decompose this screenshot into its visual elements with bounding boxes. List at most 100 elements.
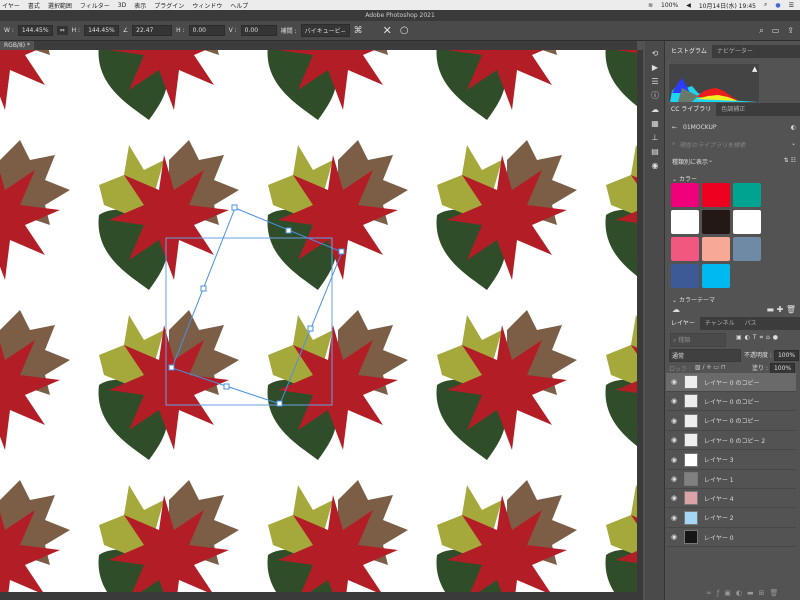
layer-row[interactable]: ◉ レイヤー 3 <box>666 451 796 470</box>
visibility-eye-icon[interactable]: ◉ <box>666 456 682 464</box>
layer-row[interactable]: ◉ レイヤー 1 <box>666 470 796 489</box>
tab-layers[interactable]: レイヤー <box>666 317 700 330</box>
sort-icon[interactable]: ⇅ ☷ <box>784 157 796 166</box>
layer-row[interactable]: ◉ レイヤー 2 <box>666 509 796 528</box>
transform-handle[interactable] <box>285 227 292 234</box>
visibility-eye-icon[interactable]: ◉ <box>666 378 682 386</box>
libraries-icon[interactable]: ☁ <box>645 103 665 117</box>
canvas[interactable] <box>0 50 637 592</box>
swatch[interactable] <box>702 237 730 261</box>
swatch[interactable] <box>671 237 699 261</box>
tab-navigator[interactable]: ナビゲーター <box>712 45 758 58</box>
view-by-dropdown[interactable]: 種類別に表示 <box>672 157 708 166</box>
share-icon[interactable]: ⇪ <box>787 26 794 36</box>
actions-play-icon[interactable]: ▶ <box>645 61 665 75</box>
swatch[interactable] <box>733 210 761 234</box>
stamp-icon[interactable]: ⊥ <box>645 131 665 145</box>
visibility-eye-icon[interactable]: ◉ <box>666 514 682 522</box>
visibility-eye-icon[interactable]: ◉ <box>666 417 682 425</box>
spotlight-search-icon[interactable]: ⌕ <box>764 1 767 9</box>
battery-level[interactable]: 100% <box>661 2 678 9</box>
glyphs-icon[interactable]: ◉ <box>645 159 665 173</box>
width-field[interactable]: 144.45% <box>17 25 53 36</box>
transform-handle[interactable] <box>168 364 175 371</box>
tab-histogram[interactable]: ヒストグラム <box>666 45 712 58</box>
layer-row[interactable]: ◉ レイヤー 0 <box>666 528 796 548</box>
swatch[interactable] <box>671 264 699 288</box>
layer-filter-icons[interactable]: ▣◐T⌗⌂● <box>736 334 781 342</box>
link-icon[interactable]: ⇔ <box>56 26 68 35</box>
tab-channels[interactable]: チャンネル <box>700 317 740 330</box>
workspace-icon[interactable]: ▭ <box>772 26 780 36</box>
layer-row[interactable]: ◉ レイヤー 4 <box>666 489 796 509</box>
color-themes-heading[interactable]: ⌄ カラーテーマ <box>672 295 715 304</box>
search-icon[interactable]: ⌕ <box>759 26 763 36</box>
colors-heading[interactable]: ⌄ カラー <box>672 174 697 183</box>
collaborator-icon[interactable]: ◐ <box>791 124 796 131</box>
swatch[interactable] <box>671 210 699 234</box>
library-search-input[interactable]: 現在のライブラリを検索 <box>679 140 745 149</box>
horizontal-scrollbar[interactable] <box>0 592 637 600</box>
swatch[interactable] <box>733 237 761 261</box>
visibility-eye-icon[interactable]: ◉ <box>666 533 682 541</box>
angle-field[interactable]: 22.47 <box>132 25 173 36</box>
lock-icons[interactable]: ▧ ∕ ✛ ▭ ⊓ <box>695 364 726 373</box>
transform-handle[interactable] <box>338 248 345 255</box>
clock[interactable]: 10月14日(水) 19:45 <box>699 1 756 10</box>
transform-handle[interactable] <box>223 383 230 390</box>
document-tab[interactable]: RGB/8) * <box>0 41 35 50</box>
vskew-field[interactable]: 0.00 <box>240 25 277 36</box>
layer-row[interactable]: ◉ レイヤー 0 のコピー <box>666 412 796 431</box>
transform-handle[interactable] <box>231 204 238 211</box>
info-icon[interactable]: ⓘ <box>645 89 665 103</box>
chevron-down-icon[interactable]: ⌄ <box>791 140 796 149</box>
vertical-scrollbar[interactable] <box>637 50 643 600</box>
menu-select[interactable]: 選択範囲 <box>48 1 72 10</box>
wifi-icon[interactable]: ≋ <box>648 2 653 9</box>
new-folder-icon[interactable]: ▬ ✚ 🗑 <box>766 305 796 314</box>
swatch[interactable] <box>702 264 730 288</box>
back-arrow-icon[interactable]: ← <box>672 124 677 131</box>
transform-handle[interactable] <box>200 285 207 292</box>
layer-filter-select[interactable]: ⌕ 種類 <box>670 333 726 347</box>
commit-transform-icon[interactable]: ○ <box>400 25 409 36</box>
visibility-eye-icon[interactable]: ◉ <box>666 494 682 502</box>
menu-layer[interactable]: イヤー <box>2 1 20 10</box>
properties-icon[interactable]: ▤ <box>645 145 665 159</box>
layer-actions-icons[interactable]: ∞ƒ▣◐▬⊞🗑 <box>706 589 783 597</box>
menu-3d[interactable]: 3D <box>118 2 126 9</box>
blend-mode-select[interactable]: 通常 <box>669 349 741 362</box>
menu-type[interactable]: 書式 <box>28 1 40 10</box>
tab-adjustments[interactable]: 色調補正 <box>716 103 750 116</box>
history-icon[interactable]: ⟲ <box>645 47 665 61</box>
menu-window[interactable]: ウィンドウ <box>192 1 222 10</box>
menu-plugins[interactable]: プラグイン <box>154 1 184 10</box>
cloud-icon[interactable]: ☁ <box>672 305 680 314</box>
interpolation-select[interactable]: バイキュービ− <box>300 24 350 37</box>
layer-row[interactable]: ◉ レイヤー 0 のコピー <box>666 373 796 392</box>
menu-view[interactable]: 表示 <box>134 1 146 10</box>
layer-row[interactable]: ◉ レイヤー 0 のコピー 2 <box>666 431 796 451</box>
visibility-eye-icon[interactable]: ◉ <box>666 397 682 405</box>
tab-paths[interactable]: パス <box>740 317 762 330</box>
swatches-icon[interactable]: ▦ <box>645 117 665 131</box>
opacity-field[interactable]: 100% <box>773 350 800 361</box>
volume-icon[interactable]: ◀ <box>686 2 691 9</box>
menu-help[interactable]: ヘルプ <box>230 1 248 10</box>
swatch[interactable] <box>733 183 761 207</box>
control-center-icon[interactable]: ☰ <box>789 2 794 9</box>
swatch[interactable] <box>702 210 730 234</box>
hskew-field[interactable]: 0.00 <box>188 25 225 36</box>
visibility-eye-icon[interactable]: ◉ <box>666 475 682 483</box>
transform-handle[interactable] <box>307 325 314 332</box>
warp-icon[interactable]: ⌘ <box>354 26 363 36</box>
height-field[interactable]: 144.45% <box>84 25 119 36</box>
menu-filter[interactable]: フィルター <box>80 1 110 10</box>
swatch[interactable] <box>671 183 699 207</box>
tab-cc-libraries[interactable]: CC ライブラリ <box>666 103 717 116</box>
adjust-icon[interactable]: ☰ <box>645 75 665 89</box>
transform-handle[interactable] <box>276 400 283 407</box>
swatch[interactable] <box>702 183 730 207</box>
cancel-transform-icon[interactable]: ✕ <box>383 24 392 37</box>
layer-row[interactable]: ◉ レイヤー 0 のコピー <box>666 392 796 412</box>
